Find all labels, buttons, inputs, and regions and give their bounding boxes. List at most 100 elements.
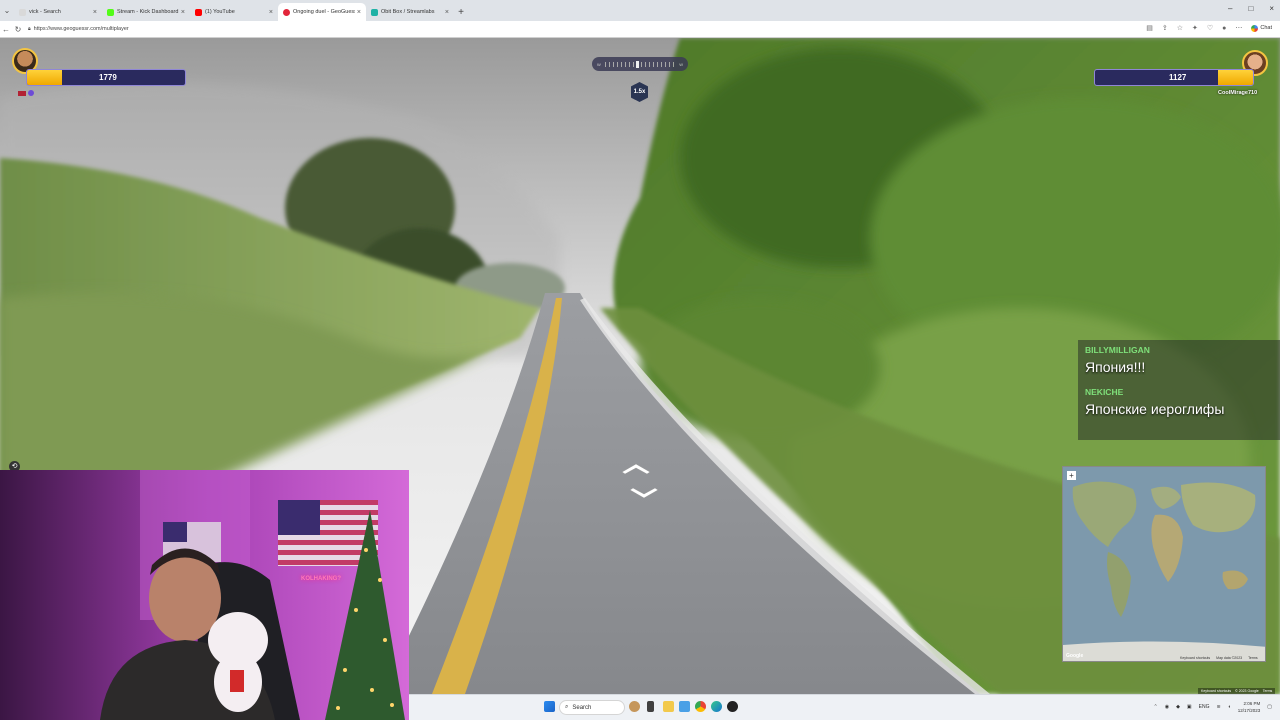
left-player-badge-icon [27,90,34,96]
tray-app-icon[interactable]: ◉ [1165,704,1169,710]
right-player-name: CoolMirage710 [1218,90,1258,96]
profile-avatar-icon[interactable]: ● [1222,25,1226,32]
tab-label: (1) YouTube [205,9,235,15]
wifi-icon[interactable]: ≋ [1217,704,1221,710]
neon-sign-text: KOLHAKING? [301,576,341,582]
compass-right-label: W [679,61,683,67]
streamlabs-favicon [371,8,378,16]
guess-minimap[interactable]: + [1062,466,1266,662]
taskbar-search[interactable]: ⌕ Search [559,700,625,715]
world-map-image [1063,467,1265,661]
right-player-health-bar: 1127 [1094,69,1254,86]
chat-username: BILLYMILLIGAN [1085,345,1150,355]
lock-icon: 🔒︎ [28,26,31,32]
browser-tab[interactable]: Stream - Kick Dashboard × [102,3,190,21]
tab-favicon [19,8,26,16]
close-window-button[interactable]: × [1269,4,1274,13]
address-bar: ← ↻ 🔒︎ https://www.geoguessr.com/multipl… [0,21,1280,38]
left-player-flags [18,90,34,96]
right-player-health-fill [1218,70,1253,85]
tray-app-icon[interactable]: ◆ [1176,704,1180,710]
share-icon[interactable]: ⇪ [1162,24,1168,32]
map-terms-link[interactable]: Terms [1248,656,1258,660]
new-tab-button[interactable]: + [454,3,468,21]
tab-close-icon[interactable]: × [357,9,361,16]
geoguessr-favicon [283,8,290,16]
tab-close-icon[interactable]: × [181,9,185,16]
reader-icon[interactable]: ▤ [1146,24,1153,32]
terms-link[interactable]: Terms [1263,689,1273,693]
task-view-icon[interactable] [647,701,654,712]
screen: ⌄ vick - Search × Stream - Kick Dashboar… [0,0,1280,720]
keyboard-shortcuts-link[interactable]: Keyboard shortcuts [1201,689,1231,693]
browser-tab[interactable]: (1) YouTube × [190,3,278,21]
windows-start-icon[interactable] [544,701,555,712]
tray-app-icon[interactable]: ▣ [1187,704,1192,710]
tab-menu-icon[interactable]: ⌄ [0,0,14,21]
browser-tab[interactable]: Obit Box / Streamlabs × [366,3,454,21]
address-bar-actions: ▤ ⇪ ☆ ✦ ♡ ● ⋯ Chat [1146,24,1272,32]
copyright-text: © 2023 Google [1235,689,1259,693]
edge-icon[interactable] [711,701,722,712]
backward-arrow-icon[interactable] [629,487,659,499]
volume-icon[interactable]: ◖ [1228,704,1231,710]
language-indicator[interactable]: ENG [1199,704,1210,710]
right-player-score: 1127 [1169,73,1187,82]
url-text: https://www.geoguessr.com/multiplayer [33,26,129,32]
chat-button-label: Chat [1260,25,1272,31]
refresh-icon[interactable]: ↻ [12,25,24,34]
clock-time: 2:06 PM [1243,701,1261,706]
tab-label: vick - Search [29,9,61,15]
chat-button[interactable]: Chat [1251,24,1272,32]
maximize-button[interactable]: □ [1248,4,1253,13]
map-keyboard-shortcuts-link[interactable]: Keyboard shortcuts [1180,656,1210,660]
file-explorer-icon[interactable] [663,701,674,712]
compass: W W [592,57,688,71]
search-icon: ⌕ [565,704,569,710]
map-zoom-in-button[interactable]: + [1067,471,1076,480]
minimap-footer: Keyboard shortcuts Map data ©2023 Terms [1180,656,1258,660]
tab-label: Obit Box / Streamlabs [381,9,435,15]
extensions-icon[interactable]: ✦ [1192,24,1198,32]
tab-close-icon[interactable]: × [445,9,449,16]
chat-message: Япония!!! [1085,359,1146,375]
tab-label: Ongoing duel - GeoGuessr [293,9,355,15]
widget-icon[interactable] [629,701,640,712]
map-data-text: Map data ©2023 [1216,656,1243,660]
left-player-health-fill [27,70,62,85]
browser-tab[interactable]: vick - Search × [14,3,102,21]
left-player-flag-icon [18,90,26,96]
menu-dots-icon[interactable]: ⋯ [1235,24,1242,32]
copilot-icon [1251,24,1259,32]
google-logo: Google [1066,653,1084,659]
window-controls: – □ × [1228,4,1274,13]
browser-tab-active[interactable]: Ongoing duel - GeoGuessr × [278,3,366,21]
obs-icon[interactable] [727,701,738,712]
taskbar-search-placeholder: Search [572,704,592,711]
chrome-icon[interactable] [695,701,706,712]
store-icon[interactable] [679,701,690,712]
tray-chevron-icon[interactable]: ⌃ [1153,704,1157,710]
tab-close-icon[interactable]: × [93,9,97,16]
chat-message: Японские иероглифы [1085,401,1225,417]
notification-icon[interactable]: ▢ [1267,704,1272,710]
forward-arrow-icon[interactable] [621,463,651,475]
street-view-nav-arrows[interactable] [620,458,664,502]
system-tray: ⌃ ◉ ◆ ▣ ENG ≋ ◖ 2:06 PM 12/17/2023 ▢ [1153,700,1272,714]
webcam-overlay: KOLHAKING? [0,470,409,720]
url-field[interactable]: 🔒︎ https://www.geoguessr.com/multiplayer [28,26,129,32]
chat-username: NEKICHE [1085,387,1124,397]
tab-close-icon[interactable]: × [269,9,273,16]
back-arrow-icon[interactable]: ← [0,25,12,34]
left-player-score: 1779 [99,73,117,82]
minimize-button[interactable]: – [1228,4,1232,13]
tab-label: Stream - Kick Dashboard [117,9,179,15]
browser-tab-strip: ⌄ vick - Search × Stream - Kick Dashboar… [0,0,1280,21]
windows-taskbar: ⌕ Search ⌃ ◉ ◆ ▣ ENG ≋ ◖ 2:06 PM 12/17/2… [409,694,1280,720]
bookmark-star-icon[interactable]: ☆ [1177,24,1183,32]
compass-ticks [604,60,676,68]
taskbar-clock[interactable]: 2:06 PM 12/17/2023 [1238,700,1261,714]
youtube-favicon [195,8,202,16]
clock-date: 12/17/2023 [1237,708,1261,713]
favorites-icon[interactable]: ♡ [1207,24,1213,32]
